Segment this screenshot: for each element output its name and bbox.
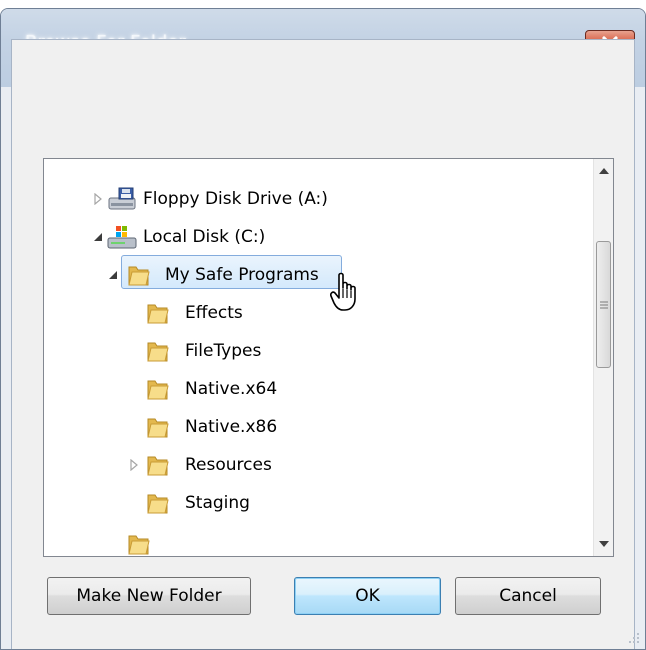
folder-icon — [145, 376, 171, 402]
tree-item-my-safe-programs[interactable]: My Safe Programs — [44, 258, 589, 292]
cancel-button[interactable]: Cancel — [455, 577, 601, 615]
tree-item-filetypes[interactable]: FileTypes — [44, 334, 589, 368]
folder-icon — [145, 300, 171, 326]
hard-disk-icon — [107, 224, 137, 250]
tree-item-staging[interactable]: Staging — [44, 486, 589, 520]
folder-tree-view[interactable]: Floppy Disk Drive (A:) Local Disk (C:) M… — [43, 158, 614, 557]
scrollbar-thumb[interactable] — [596, 241, 611, 368]
expand-arrow-icon[interactable] — [126, 457, 142, 473]
grip-lines-icon — [599, 301, 608, 308]
scroll-up-arrow-icon — [598, 168, 609, 174]
folder-icon — [126, 531, 152, 556]
tree-item-effects[interactable]: Effects — [44, 296, 589, 330]
tree-item-label: Native.x64 — [185, 379, 278, 399]
tree-item-label: Resources — [185, 455, 272, 475]
collapse-arrow-icon[interactable] — [90, 229, 106, 245]
tree-item-partial[interactable] — [44, 527, 589, 556]
scroll-down-arrow-icon — [598, 541, 609, 547]
tree-item-native-x86[interactable]: Native.x86 — [44, 410, 589, 444]
tree-item-local-disk[interactable]: Local Disk (C:) — [44, 220, 589, 254]
tree-item-label: Native.x86 — [185, 417, 278, 437]
expand-arrow-icon[interactable] — [90, 191, 106, 207]
hand-cursor-icon — [330, 272, 356, 311]
tree-item-label: FileTypes — [185, 341, 262, 361]
make-new-folder-button[interactable]: Make New Folder — [47, 577, 251, 615]
folder-icon — [145, 338, 171, 364]
folder-icon — [126, 262, 152, 288]
tree-item-label: Staging — [185, 493, 250, 513]
tree-item-label: Effects — [185, 303, 243, 323]
tree-item-label: Local Disk (C:) — [143, 227, 266, 247]
collapse-arrow-icon[interactable] — [105, 267, 121, 283]
vertical-scrollbar[interactable] — [593, 159, 613, 556]
scroll-down-button[interactable] — [594, 534, 613, 554]
folder-icon — [145, 452, 171, 478]
tree-item-native-x64[interactable]: Native.x64 — [44, 372, 589, 406]
folder-icon — [145, 414, 171, 440]
browse-for-folder-dialog: Browse For Folder — [0, 8, 646, 650]
scroll-up-button[interactable] — [594, 161, 613, 181]
floppy-drive-icon — [107, 186, 136, 212]
tree-item-label: My Safe Programs — [165, 265, 319, 285]
tree-item-label: Floppy Disk Drive (A:) — [143, 189, 328, 209]
folder-icon — [145, 490, 171, 516]
resize-grip-icon[interactable] — [627, 631, 641, 645]
tree-item-resources[interactable]: Resources — [44, 448, 589, 482]
tree-item-floppy-drive[interactable]: Floppy Disk Drive (A:) — [44, 182, 589, 216]
ok-button[interactable]: OK — [294, 577, 441, 615]
